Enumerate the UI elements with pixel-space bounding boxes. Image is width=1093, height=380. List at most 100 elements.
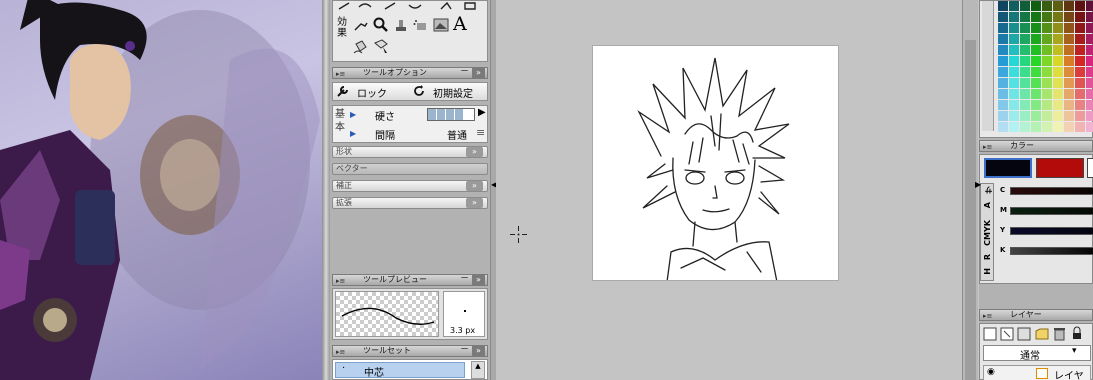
swatch-cell[interactable] — [1075, 100, 1085, 110]
swatch-cell[interactable] — [1075, 78, 1085, 88]
layer-row[interactable]: ◉ レイヤ — [983, 365, 1091, 380]
m-slider[interactable] — [1010, 207, 1093, 215]
swatch-cell[interactable] — [1031, 23, 1041, 33]
swatch-cell[interactable] — [1009, 12, 1019, 22]
swatch-cell[interactable] — [998, 78, 1008, 88]
swatch-cell[interactable] — [1075, 111, 1085, 121]
vertical-scrollbar[interactable] — [962, 0, 978, 380]
swatch-cell[interactable] — [1064, 12, 1074, 22]
hardness-arrow-icon[interactable]: ▶ — [478, 107, 486, 118]
correction-section[interactable]: 補正 » — [332, 180, 488, 192]
hsv-tab[interactable]: H — [983, 268, 992, 275]
swatch-cell[interactable] — [1064, 122, 1074, 132]
extend-section[interactable]: 拡張 » — [332, 197, 488, 209]
layer-panel-titlebar[interactable]: ▸≡ レイヤー — [979, 309, 1093, 321]
swatch-cell[interactable] — [1031, 78, 1041, 88]
swatch-cell[interactable] — [1086, 45, 1093, 55]
swatch-cell[interactable] — [998, 45, 1008, 55]
swatch-cell[interactable] — [1053, 89, 1063, 99]
cmyk-tab[interactable]: CMYK — [983, 220, 992, 246]
swatch-cell[interactable] — [998, 12, 1008, 22]
expand-button[interactable]: » — [472, 346, 485, 356]
swatch-cell[interactable] — [1064, 56, 1074, 66]
swatch-cell[interactable] — [1020, 56, 1030, 66]
swatch-cell[interactable] — [1053, 78, 1063, 88]
swatch-scrollbar[interactable] — [982, 1, 994, 131]
k-slider[interactable] — [1010, 247, 1093, 255]
swatch-cell[interactable] — [1064, 89, 1074, 99]
shape-expand-button[interactable]: » — [466, 147, 483, 157]
swatch-cell[interactable] — [1086, 34, 1093, 44]
extend-expand-button[interactable]: » — [466, 198, 483, 208]
swatch-cell[interactable] — [1075, 1, 1085, 11]
swatch-cell[interactable] — [1075, 89, 1085, 99]
swatch-cell[interactable] — [1064, 78, 1074, 88]
swatch-cell[interactable] — [1086, 23, 1093, 33]
object-select-icon[interactable] — [373, 39, 389, 55]
swatch-cell[interactable] — [1020, 23, 1030, 33]
swatch-cell[interactable] — [1031, 111, 1041, 121]
swatch-cell[interactable] — [1053, 45, 1063, 55]
swatch-cell[interactable] — [998, 56, 1008, 66]
layer-toolbar-icons[interactable] — [983, 326, 1093, 342]
eye-icon[interactable]: ◉ — [987, 367, 995, 377]
swatch-cell[interactable] — [998, 67, 1008, 77]
hardness-expand-icon[interactable]: ▶ — [350, 110, 356, 119]
panel-grip-icon[interactable]: ▸≡ — [336, 347, 345, 357]
toolset-item[interactable]: · 中芯 — [335, 362, 465, 379]
tool-options-titlebar[interactable]: ▸≡ ツールオプション － » — [332, 67, 488, 79]
swatch-cell[interactable] — [1086, 78, 1093, 88]
text-tool-icon[interactable]: A — [453, 13, 467, 35]
swatch-cell[interactable] — [998, 89, 1008, 99]
swatch-cell[interactable] — [1042, 67, 1052, 77]
minimize-button[interactable]: － — [460, 274, 469, 284]
panel-grip-icon[interactable]: ▸≡ — [336, 69, 345, 79]
blend-mode-select[interactable]: 通常 ▾ — [983, 345, 1091, 362]
swatch-cell[interactable] — [1075, 56, 1085, 66]
swatch-cell[interactable] — [1053, 1, 1063, 11]
panel-grip-icon[interactable]: ▸≡ — [336, 276, 345, 286]
swatch-cell[interactable] — [1020, 34, 1030, 44]
swatch-cell[interactable] — [1042, 23, 1052, 33]
panel-grip-icon[interactable]: ▸≡ — [983, 311, 992, 321]
swatch-cell[interactable] — [1009, 1, 1019, 11]
swatch-cell[interactable] — [1031, 45, 1041, 55]
stamp-icon[interactable] — [393, 17, 409, 33]
interval-value[interactable]: 普通 — [447, 127, 467, 142]
swatch-cell[interactable] — [1064, 34, 1074, 44]
swatch-cell[interactable] — [1075, 45, 1085, 55]
canvas-workspace[interactable] — [496, 0, 962, 380]
toolset-titlebar[interactable]: ▸≡ ツールセット － » — [332, 345, 488, 357]
swatch-cell[interactable] — [1064, 100, 1074, 110]
spray-icon[interactable] — [413, 17, 429, 33]
swatch-cell[interactable] — [1075, 12, 1085, 22]
a-tab[interactable]: A — [983, 202, 992, 208]
color-panel-titlebar[interactable]: ▸≡ カラー — [979, 140, 1093, 152]
vector-section[interactable]: ベクター — [332, 163, 488, 175]
swatch-cell[interactable] — [1009, 23, 1019, 33]
swatch-cell[interactable] — [1086, 100, 1093, 110]
swatch-cell[interactable] — [1053, 23, 1063, 33]
minimize-button[interactable]: － — [460, 67, 469, 77]
shape-section[interactable]: 形状 » — [332, 146, 488, 158]
swatch-cell[interactable] — [1042, 100, 1052, 110]
swatch-cell[interactable] — [1020, 1, 1030, 11]
top-tool-strip[interactable] — [335, 1, 487, 11]
swatch-cell[interactable] — [1031, 89, 1041, 99]
swatch-cell[interactable] — [1009, 89, 1019, 99]
expand-button[interactable]: » — [472, 68, 485, 78]
y-slider[interactable] — [1010, 227, 1093, 235]
swatch-cell[interactable] — [1020, 67, 1030, 77]
expand-button[interactable]: » — [472, 275, 485, 285]
collapse-right-icon[interactable]: ▶ — [975, 180, 981, 189]
swatch-cell[interactable] — [1086, 1, 1093, 11]
swatch-cell[interactable] — [1042, 34, 1052, 44]
swatch-cell[interactable] — [1020, 12, 1030, 22]
sa-tab[interactable]: サ — [983, 186, 994, 194]
swatch-cell[interactable] — [1042, 12, 1052, 22]
swatch-cell[interactable] — [1020, 122, 1030, 132]
swatch-cell[interactable] — [1042, 78, 1052, 88]
swatch-cell[interactable] — [1020, 78, 1030, 88]
swatch-cell[interactable] — [1086, 89, 1093, 99]
hardness-slider[interactable] — [427, 108, 475, 121]
